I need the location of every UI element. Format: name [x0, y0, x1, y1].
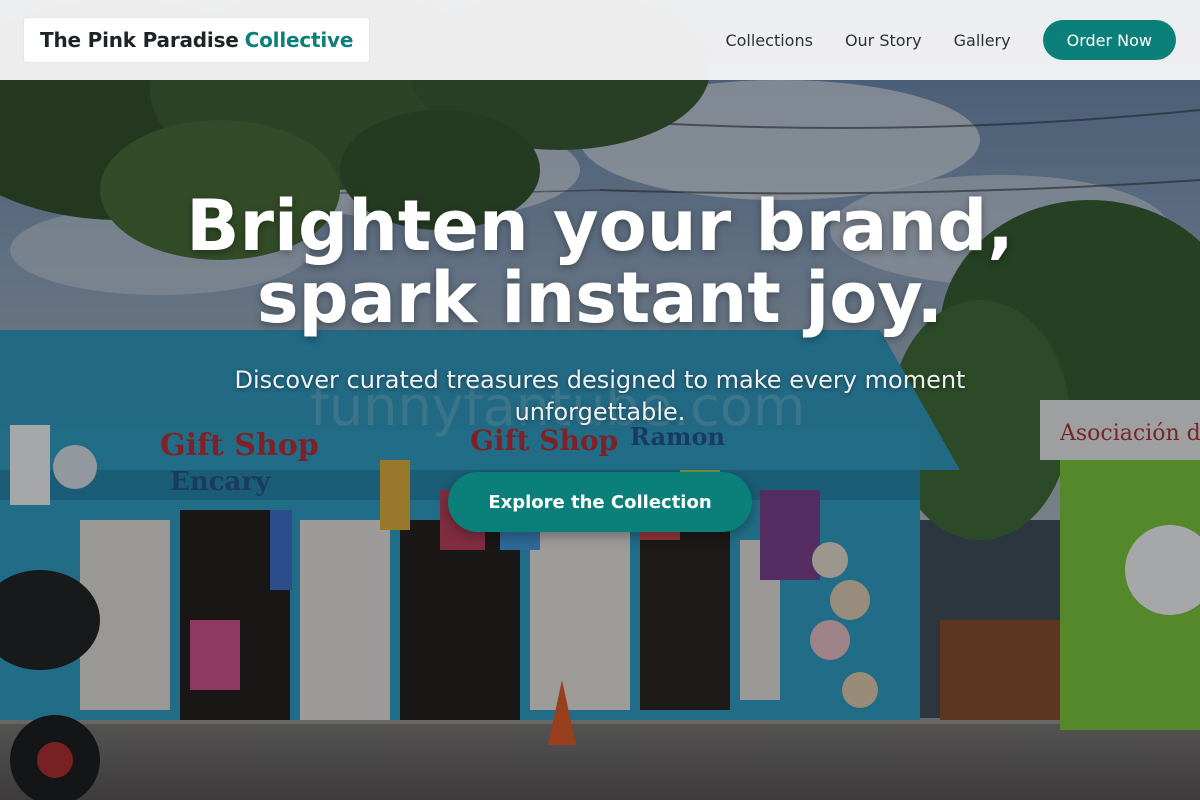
brand-name-accent: Collective [244, 28, 354, 52]
nav-link-our-story[interactable]: Our Story [845, 31, 922, 50]
hero-subtitle: Discover curated treasures designed to m… [234, 366, 966, 426]
nav-link-collections[interactable]: Collections [725, 31, 812, 50]
landing-page: Gift Shop Encary Gift Shop Ramon Asociac… [0, 0, 1200, 800]
order-now-button[interactable]: Order Now [1042, 20, 1176, 60]
site-header: The Pink Paradise Collective Collections… [0, 0, 1200, 80]
explore-collection-button[interactable]: Explore the Collection [448, 472, 752, 532]
nav-link-gallery[interactable]: Gallery [954, 31, 1011, 50]
brand-logo[interactable]: The Pink Paradise Collective [24, 18, 370, 62]
brand-name-main: The Pink Paradise [40, 28, 239, 52]
main-nav: Collections Our Story Gallery Order Now [693, 20, 1176, 60]
hero-title: Brighten your brand, spark instant joy. [186, 185, 1014, 339]
hero-section: Brighten your brand, spark instant joy. … [0, 190, 1200, 532]
